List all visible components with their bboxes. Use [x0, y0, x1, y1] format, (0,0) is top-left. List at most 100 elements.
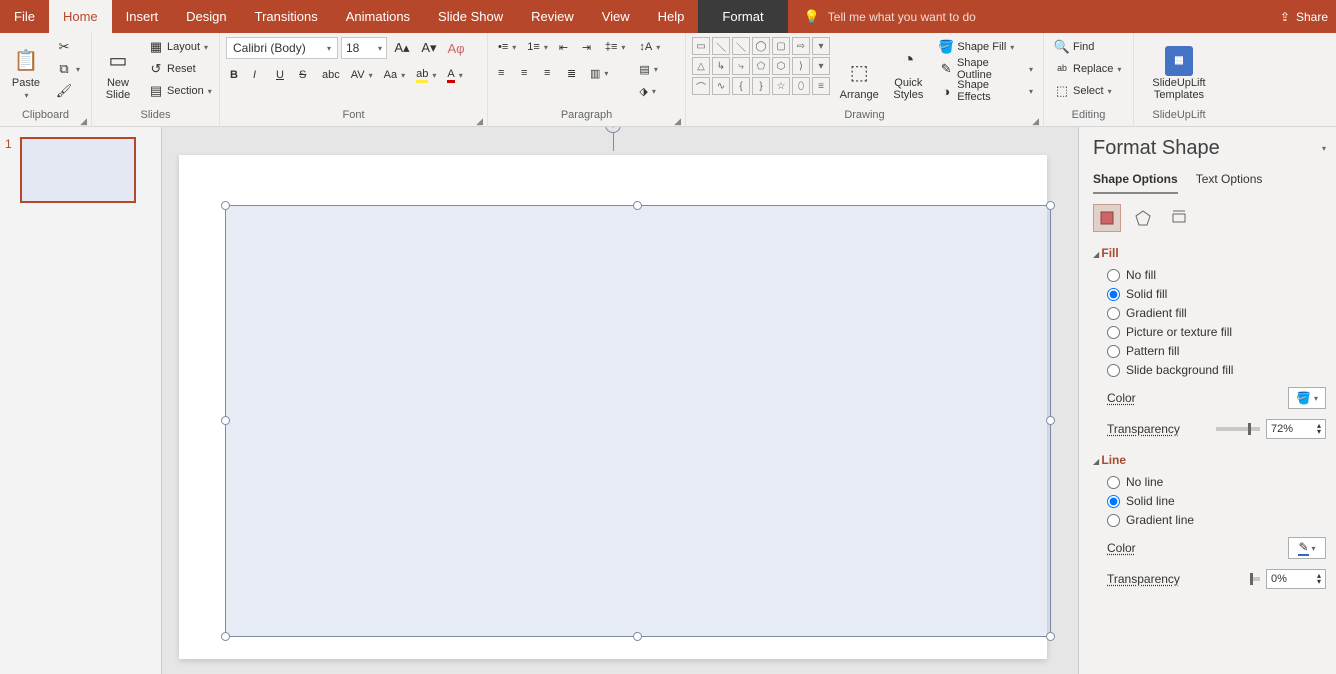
shape-conn-icon[interactable]: ⤷: [732, 57, 750, 75]
resize-handle-t[interactable]: [633, 201, 642, 210]
fill-color-picker[interactable]: 🪣▾: [1288, 387, 1326, 409]
radio-pattern-fill[interactable]: Pattern fill: [1107, 344, 1326, 358]
tab-insert[interactable]: Insert: [112, 0, 173, 33]
radio-solid-fill[interactable]: Solid fill: [1107, 287, 1326, 301]
bold-button[interactable]: B: [226, 65, 246, 85]
shape-outline-button[interactable]: ✎Shape Outline▾: [934, 59, 1037, 79]
effects-tab-icon[interactable]: [1129, 204, 1157, 232]
radio-no-fill[interactable]: No fill: [1107, 268, 1326, 282]
section-button[interactable]: ▤Section▾: [144, 81, 216, 101]
change-case-button[interactable]: Aa▾: [380, 65, 409, 85]
font-color-button[interactable]: A▾: [443, 65, 466, 85]
radio-slidebg-fill[interactable]: Slide background fill: [1107, 363, 1326, 377]
tab-help[interactable]: Help: [644, 0, 699, 33]
shape-arc-icon[interactable]: ⌒: [692, 77, 710, 95]
columns-button[interactable]: ▥▾: [586, 63, 612, 83]
pane-tab-shape-options[interactable]: Shape Options: [1093, 172, 1178, 194]
italic-button[interactable]: I: [249, 65, 269, 85]
tab-home[interactable]: Home: [49, 0, 112, 33]
clear-format-button[interactable]: Aφ: [444, 38, 468, 58]
numbering-button[interactable]: 1≡▾: [523, 37, 552, 57]
layout-button[interactable]: ▦Layout▾: [144, 37, 216, 57]
reset-button[interactable]: ↺Reset: [144, 59, 216, 79]
font-name-combo[interactable]: Calibri (Body)▾: [226, 37, 338, 59]
size-tab-icon[interactable]: [1165, 204, 1193, 232]
highlight-button[interactable]: ab▾: [412, 65, 440, 85]
shadow-button[interactable]: abc: [318, 65, 344, 85]
resize-handle-l[interactable]: [221, 416, 230, 425]
radio-picture-fill[interactable]: Picture or texture fill: [1107, 325, 1326, 339]
line-transparency-input[interactable]: 0%▴▾: [1266, 569, 1326, 589]
strike-button[interactable]: S: [295, 65, 315, 85]
radio-solid-line[interactable]: Solid line: [1107, 494, 1326, 508]
justify-button[interactable]: ≣: [563, 63, 583, 83]
shape-callout-icon[interactable]: ⬯: [792, 77, 810, 95]
shape-rect-icon[interactable]: ▭: [692, 37, 710, 55]
quick-styles-button[interactable]: ◔ Quick Styles: [888, 37, 928, 103]
resize-handle-bl[interactable]: [221, 632, 230, 641]
shrink-font-button[interactable]: A▾: [417, 38, 441, 58]
radio-gradient-line[interactable]: Gradient line: [1107, 513, 1326, 527]
fill-line-tab-icon[interactable]: [1093, 204, 1121, 232]
shape-square-icon[interactable]: ▢: [772, 37, 790, 55]
shape-chev-icon[interactable]: ⟩: [792, 57, 810, 75]
select-button[interactable]: ⬚Select▾: [1050, 81, 1125, 101]
radio-gradient-fill[interactable]: Gradient fill: [1107, 306, 1326, 320]
shape-exp-icon[interactable]: ≡: [812, 77, 830, 95]
align-right-button[interactable]: ≡: [540, 63, 560, 83]
tab-file[interactable]: File: [0, 0, 49, 33]
cut-button[interactable]: ✂: [52, 37, 84, 57]
resize-handle-tr[interactable]: [1046, 201, 1055, 210]
arrange-button[interactable]: ⬚ Arrange: [836, 37, 882, 103]
shape-pent-icon[interactable]: ⬠: [752, 57, 770, 75]
fill-transparency-slider[interactable]: [1216, 427, 1260, 431]
shape-curve-icon[interactable]: ∿: [712, 77, 730, 95]
slide-canvas-area[interactable]: ↻: [162, 127, 1078, 674]
radio-no-line[interactable]: No line: [1107, 475, 1326, 489]
pane-tab-text-options[interactable]: Text Options: [1196, 172, 1263, 194]
tab-slideshow[interactable]: Slide Show: [424, 0, 517, 33]
char-spacing-button[interactable]: AV▾: [347, 65, 377, 85]
shape-brace-icon[interactable]: {: [732, 77, 750, 95]
shape-star-icon[interactable]: ☆: [772, 77, 790, 95]
line-section-header[interactable]: Line: [1093, 453, 1326, 467]
tab-transitions[interactable]: Transitions: [241, 0, 332, 33]
new-slide-button[interactable]: ▭ New Slide: [98, 37, 138, 103]
line-transparency-slider[interactable]: [1250, 577, 1260, 581]
shape-fill-button[interactable]: 🪣Shape Fill▾: [934, 37, 1037, 57]
grow-font-button[interactable]: A▴: [390, 38, 414, 58]
fill-transparency-input[interactable]: 72%▴▾: [1266, 419, 1326, 439]
replace-button[interactable]: ᵃᵇReplace▾: [1050, 59, 1125, 79]
find-button[interactable]: 🔍Find: [1050, 37, 1125, 57]
smartart-button[interactable]: ⬗▾: [635, 81, 664, 101]
slideuplift-templates-button[interactable]: ▦ SlideUpLift Templates: [1148, 37, 1209, 103]
selected-shape[interactable]: [225, 205, 1051, 637]
shape-hex-icon[interactable]: ⬡: [772, 57, 790, 75]
font-size-combo[interactable]: 18▾: [341, 37, 387, 59]
shape-oval-icon[interactable]: ◯: [752, 37, 770, 55]
shape-tri-icon[interactable]: △: [692, 57, 710, 75]
fill-section-header[interactable]: Fill: [1093, 246, 1326, 260]
align-text-button[interactable]: ▤▾: [635, 59, 664, 79]
align-center-button[interactable]: ≡: [517, 63, 537, 83]
line-spacing-button[interactable]: ‡≡▾: [601, 37, 630, 57]
shape-effects-button[interactable]: ◑Shape Effects▾: [934, 81, 1037, 101]
align-left-button[interactable]: ≡: [494, 63, 514, 83]
bullets-button[interactable]: •≡▾: [494, 37, 520, 57]
text-direction-button[interactable]: ↕A▾: [635, 37, 664, 57]
shape-more-icon[interactable]: ▾: [812, 57, 830, 75]
shape-l-icon[interactable]: ↳: [712, 57, 730, 75]
tab-view[interactable]: View: [588, 0, 644, 33]
line-color-picker[interactable]: ✎▾: [1288, 537, 1326, 559]
shape-arrow-icon[interactable]: ⇨: [792, 37, 810, 55]
shape-line-icon[interactable]: ＼: [712, 37, 730, 55]
copy-button[interactable]: ⧉▾: [52, 59, 84, 79]
tab-format[interactable]: Format: [698, 0, 787, 33]
dec-indent-button[interactable]: ⇤: [555, 37, 575, 57]
shape-line2-icon[interactable]: ＼: [732, 37, 750, 55]
underline-button[interactable]: U: [272, 65, 292, 85]
slide-thumbnail-1[interactable]: [20, 137, 136, 203]
paste-button[interactable]: 📋 Paste▾: [6, 37, 46, 103]
tell-me-search[interactable]: 💡 Tell me what you want to do: [788, 0, 992, 33]
tab-review[interactable]: Review: [517, 0, 588, 33]
